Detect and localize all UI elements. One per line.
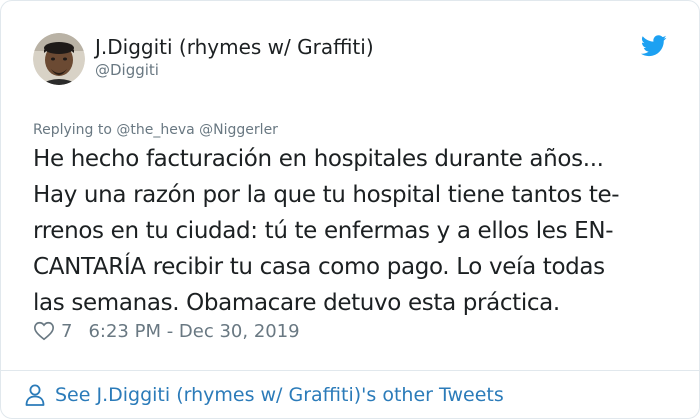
avatar[interactable]	[33, 33, 85, 85]
replying-to-prefix: Replying to	[33, 122, 112, 138]
divider	[1, 370, 699, 371]
tweet-text-line: las semanas. Obamacare detuvo esta práct…	[33, 290, 560, 316]
tweet-card: J.Diggiti (rhymes w/ Graffiti) @Diggiti …	[0, 0, 700, 419]
tweet-text: He hecho facturación en hospitales duran…	[33, 141, 663, 321]
tweet-text-line: Hay una razón por la que tu hospital tie…	[33, 182, 620, 208]
see-other-tweets-link[interactable]: See J.Diggiti (rhymes w/ Graffiti)'s oth…	[25, 381, 504, 409]
see-other-tweets-label[interactable]: See J.Diggiti (rhymes w/ Graffiti)'s oth…	[55, 384, 504, 406]
tweet-header: J.Diggiti (rhymes w/ Graffiti) @Diggiti	[33, 29, 667, 89]
reply-handle-link[interactable]: @Niggerler	[199, 122, 278, 138]
tweet-timestamp[interactable]: 6:23 PM - Dec 30, 2019	[88, 321, 299, 342]
tweet-text-line: CANTARÍA recibir tu casa como pago. Lo v…	[33, 254, 605, 280]
heart-icon[interactable]	[33, 320, 55, 342]
replying-to: Replying to @the_heva @Niggerler	[33, 121, 278, 139]
twitter-bird-icon[interactable]	[641, 35, 667, 57]
author-name[interactable]: J.Diggiti (rhymes w/ Graffiti)	[95, 35, 374, 59]
tweet-text-line: rrenos en tu ciudad: tú te enfermas y a …	[33, 218, 614, 244]
author-handle[interactable]: @Diggiti	[95, 61, 159, 79]
tweet-meta: 7 6:23 PM - Dec 30, 2019	[33, 319, 300, 343]
reply-handle-link[interactable]: @the_heva	[116, 122, 194, 138]
like-count[interactable]: 7	[61, 321, 72, 342]
avatar-image	[33, 33, 85, 85]
tweet-text-line: He hecho facturación en hospitales duran…	[33, 146, 604, 172]
person-icon	[25, 384, 45, 406]
